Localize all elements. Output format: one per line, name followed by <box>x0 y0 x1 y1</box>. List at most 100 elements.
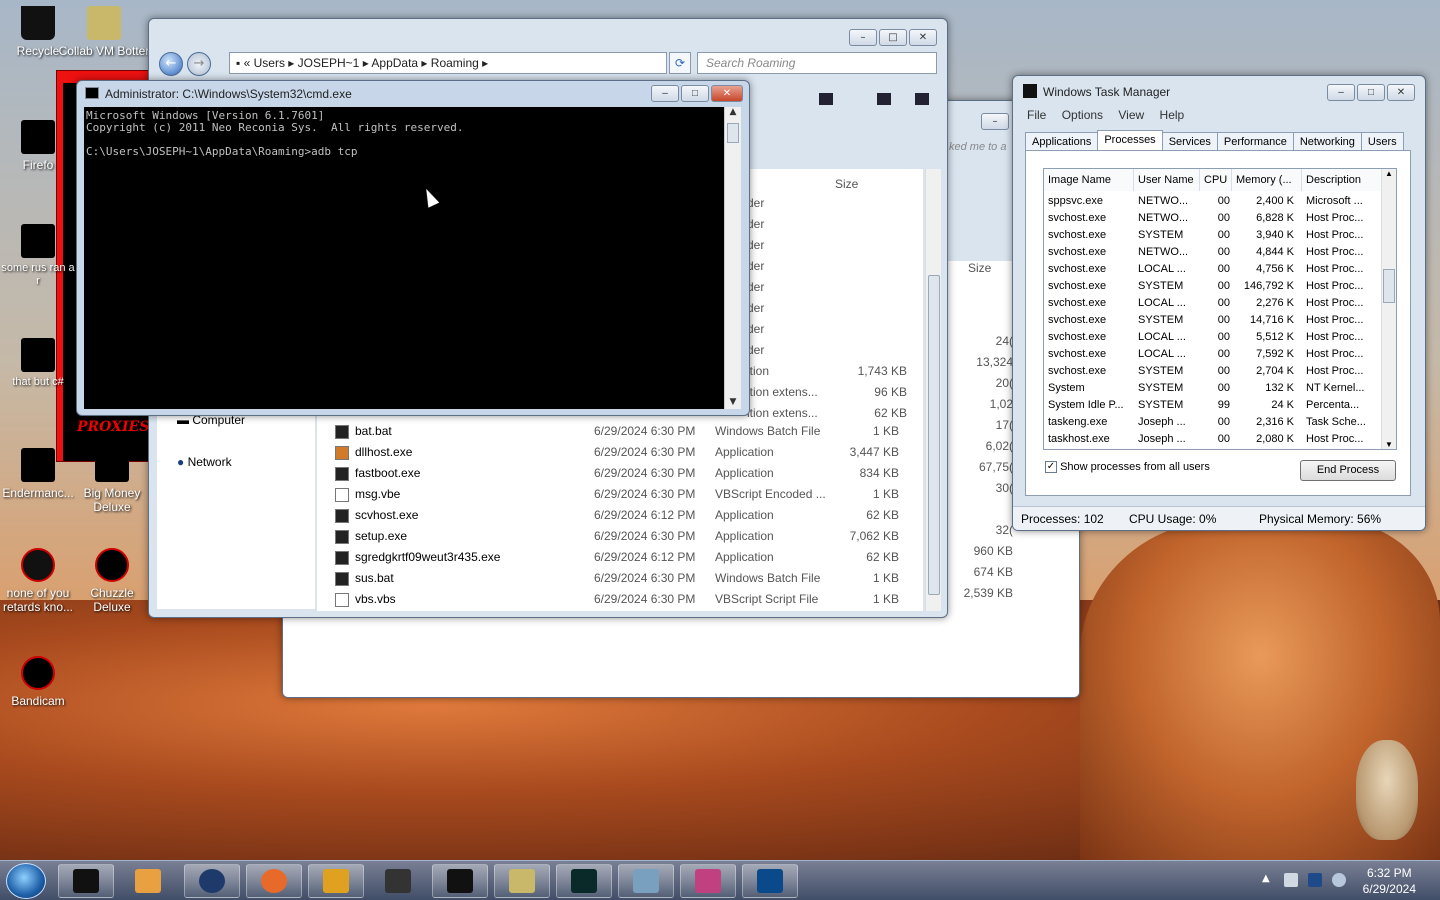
column-memory[interactable]: Memory (... <box>1232 169 1302 191</box>
process-row[interactable]: svchost.exe SYSTEM 00 146,792 K Host Proc... <box>1044 278 1384 295</box>
file-row[interactable]: fastboot.exe 6/29/2024 6:30 PM Applicati… <box>317 463 917 484</box>
file-row[interactable]: setup.exe 6/29/2024 6:30 PM Application … <box>317 526 917 547</box>
close-button[interactable]: ✕ <box>909 29 937 46</box>
back-arrow-icon[interactable]: ← <box>159 52 183 76</box>
process-row[interactable]: taskeng.exe Joseph ... 00 2,316 K Task Sche.… <box>1044 414 1384 431</box>
column-description[interactable]: Description <box>1302 169 1382 191</box>
process-row[interactable]: sppsvc.exe NETWO... 00 2,400 K Microsoft ... <box>1044 193 1384 210</box>
show-hidden-icons-arrow[interactable]: ▲ <box>1262 873 1270 884</box>
breadcrumb-joseph[interactable]: JOSEPH~1 <box>298 56 360 70</box>
taskbar-item-remote[interactable] <box>742 864 798 898</box>
process-table[interactable]: Image Name User Name CPU Memory (... Des… <box>1043 168 1397 450</box>
menu-view[interactable]: View <box>1118 108 1144 122</box>
file-row[interactable]: sus.bat 6/29/2024 6:30 PM Windows Batch … <box>317 568 917 589</box>
start-button[interactable] <box>6 863 46 899</box>
help-icon[interactable] <box>914 93 929 105</box>
task-manager-window[interactable]: Windows Task Manager – □ ✕ File Options … <box>1012 75 1426 531</box>
process-row[interactable]: System SYSTEM 00 132 K NT Kernel... <box>1044 380 1384 397</box>
file-row[interactable]: msg.vbe 6/29/2024 6:30 PM VBScript Encod… <box>317 484 917 505</box>
preview-pane-icon[interactable] <box>876 93 891 105</box>
size-column-header[interactable]: Size <box>835 177 858 191</box>
file-list-scrollbar[interactable] <box>925 169 941 611</box>
cmd-console[interactable]: Microsoft Windows [Version 6.1.7601] Copy… <box>84 107 726 409</box>
process-scrollbar[interactable]: ▲ ▼ <box>1381 169 1396 449</box>
desktop-icon-chuzzle[interactable]: Chuzzle Deluxe <box>74 548 150 614</box>
scroll-down-arrow-icon[interactable]: ▼ <box>1382 440 1396 449</box>
taskbar-item-paint[interactable] <box>680 864 736 898</box>
taskbar-item-cmd[interactable] <box>432 864 488 898</box>
taskbar-item-media-player[interactable] <box>120 864 176 898</box>
address-bar[interactable]: ▪ « Users ▸ JOSEPH~1 ▸ AppData ▸ Roaming… <box>229 52 667 74</box>
file-row[interactable]: dllhost.exe 6/29/2024 6:30 PM Applicatio… <box>317 442 917 463</box>
nav-item-network[interactable]: ● Network <box>177 455 232 469</box>
breadcrumb-roaming[interactable]: Roaming <box>431 56 479 70</box>
clock[interactable]: 6:32 PM 6/29/2024 <box>1363 865 1416 897</box>
breadcrumb-appdata[interactable]: AppData <box>371 56 418 70</box>
menu-file[interactable]: File <box>1027 108 1046 122</box>
scroll-up-arrow-icon[interactable]: ▲ <box>1382 169 1396 178</box>
taskbar-item-explorer[interactable] <box>618 864 674 898</box>
taskbar-item-de[interactable] <box>308 864 364 898</box>
menu-options[interactable]: Options <box>1062 108 1103 122</box>
scrollbar-thumb[interactable] <box>1383 269 1395 303</box>
tab-processes[interactable]: Processes <box>1097 130 1163 151</box>
end-process-button[interactable]: End Process <box>1300 460 1396 481</box>
maximize-button[interactable]: □ <box>879 29 907 46</box>
network-tray-icon[interactable] <box>1308 873 1322 887</box>
process-row[interactable]: System Idle P... SYSTEM 99 24 K Percenta... <box>1044 397 1384 414</box>
menu-help[interactable]: Help <box>1160 108 1185 122</box>
desktop-icon-endermanc[interactable]: Endermanc... <box>0 448 76 500</box>
process-row[interactable]: svchost.exe LOCAL ... 00 5,512 K Host Proc..… <box>1044 329 1384 346</box>
cmd-titlebar[interactable]: Administrator: C:\Windows\System32\cmd.e… <box>77 81 749 107</box>
process-row[interactable]: svchost.exe LOCAL ... 00 7,592 K Host Proc..… <box>1044 346 1384 363</box>
minimize-button[interactable]: – <box>849 29 877 46</box>
desktop-icon-bandicam[interactable]: Bandicam <box>0 656 76 708</box>
forward-arrow-icon[interactable]: → <box>187 52 211 76</box>
scrollbar-thumb[interactable] <box>928 275 940 595</box>
minimize-button[interactable]: – <box>981 113 1009 130</box>
show-all-users-checkbox-row[interactable]: ✓ Show processes from all users <box>1045 461 1210 474</box>
process-row[interactable]: svchost.exe SYSTEM 00 2,704 K Host Proc... <box>1044 363 1384 380</box>
scroll-down-arrow-icon[interactable]: ▼ <box>725 397 741 407</box>
refresh-icon[interactable]: ⟳ <box>669 52 691 74</box>
taskbar-item-collab-vm-botter[interactable] <box>494 864 550 898</box>
process-row[interactable]: svchost.exe NETWO... 00 4,844 K Host Proc... <box>1044 244 1384 261</box>
process-row[interactable]: svchost.exe SYSTEM 00 14,716 K Host Proc... <box>1044 312 1384 329</box>
cmd-scrollbar[interactable]: ▲ ▼ <box>724 107 741 409</box>
maximize-button[interactable]: □ <box>681 85 709 102</box>
desktop-icon-some-rus[interactable]: some rus ran a r <box>0 224 76 288</box>
taskmgr-titlebar[interactable]: Windows Task Manager – □ ✕ <box>1013 76 1425 102</box>
taskbar-item-firefox[interactable] <box>246 864 302 898</box>
desktop-icon-that-but[interactable]: that but c# <box>0 338 76 389</box>
show-all-checkbox[interactable]: ✓ <box>1045 461 1057 474</box>
taskbar-item-vm[interactable] <box>58 864 114 898</box>
maximize-button[interactable]: □ <box>1357 84 1385 101</box>
process-row[interactable]: svchost.exe LOCAL ... 00 2,276 K Host Proc..… <box>1044 295 1384 312</box>
flag-icon[interactable] <box>1284 873 1298 887</box>
process-row[interactable]: svchost.exe SYSTEM 00 3,940 K Host Proc... <box>1044 227 1384 244</box>
minimize-button[interactable]: – <box>1327 84 1355 101</box>
volume-icon[interactable] <box>1332 873 1346 887</box>
desktop-icon-firefox[interactable]: Firefo <box>0 120 76 172</box>
desktop-icon-collab-vm-botter[interactable]: Collab VM Botter <box>56 6 152 58</box>
close-button[interactable]: ✕ <box>1387 84 1415 101</box>
column-image-name[interactable]: Image Name <box>1044 169 1134 191</box>
file-row[interactable]: scvhost.exe 6/29/2024 6:12 PM Applicatio… <box>317 505 917 526</box>
file-row[interactable]: vbs.vbs 6/29/2024 6:30 PM VBScript Scrip… <box>317 589 917 610</box>
process-row[interactable]: taskhost.exe Joseph ... 00 2,080 K Host Proc… <box>1044 431 1384 448</box>
view-icon[interactable] <box>819 93 833 105</box>
scrollbar-thumb[interactable] <box>727 123 739 143</box>
search-input[interactable]: Search Roaming <box>697 52 937 74</box>
process-row[interactable]: svchost.exe LOCAL ... 00 4,756 K Host Proc..… <box>1044 261 1384 278</box>
column-user-name[interactable]: User Name <box>1134 169 1200 191</box>
minimize-button[interactable]: – <box>651 85 679 102</box>
taskbar-item-browser[interactable] <box>184 864 240 898</box>
taskbar-item-task-manager[interactable] <box>556 864 612 898</box>
taskbar-item-windows[interactable] <box>370 864 426 898</box>
close-button[interactable]: ✕ <box>711 85 743 102</box>
column-cpu[interactable]: CPU <box>1200 169 1232 191</box>
process-row[interactable]: svchost.exe NETWO... 00 6,828 K Host Proc... <box>1044 210 1384 227</box>
desktop-icon-none-of-you[interactable]: none of you retards kno... <box>0 548 76 614</box>
cmd-window[interactable]: Administrator: C:\Windows\System32\cmd.e… <box>76 80 750 416</box>
file-row[interactable]: sgredgkrtf09weut3r435.exe 6/29/2024 6:12… <box>317 547 917 568</box>
